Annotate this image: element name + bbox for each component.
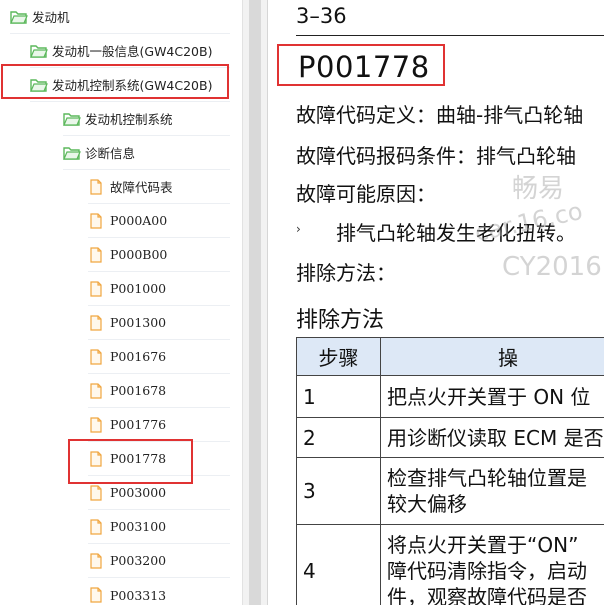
document-icon (88, 348, 106, 365)
step-text-line: 用诊断仪读取 ECM 是否 (387, 425, 604, 450)
navigation-tree: 发动机 发动机一般信息(GW4C20B) 发动机控制系统(GW4C20B) 发动… (0, 0, 242, 605)
document-icon (88, 416, 106, 433)
tree-item-label: 发动机控制系统 (85, 112, 173, 127)
page-number: 3–36 (296, 4, 347, 28)
tree-item-p003100[interactable]: P003100 (88, 510, 230, 544)
dtc-code-title: P001778 (298, 50, 430, 84)
tree-item-p003000[interactable]: P003000 (88, 476, 230, 510)
tree-item-label: P001300 (110, 315, 167, 330)
remedy-heading: 排除方法 (296, 308, 385, 333)
table-header-operation: 操 (380, 337, 604, 376)
tree-item-diagnostic-info[interactable]: 诊断信息 (63, 136, 230, 170)
document-icon (88, 484, 106, 501)
tree-item-p000b00[interactable]: P000B00 (88, 238, 230, 272)
tree-item-p001676[interactable]: P001676 (88, 340, 230, 374)
document-icon (88, 552, 106, 569)
step-text: 检查排气凸轮轴位置是 较大偏移 (380, 457, 604, 525)
document-icon (88, 246, 106, 263)
cause-item-1: 排气凸轮轴发生老化扭转。 (336, 221, 576, 245)
document-viewer: 3–36 P001778 故障代码定义：曲轴-排气凸轮轴 故障代码报码条件：排气… (270, 0, 604, 605)
table-row: 1 把点火开关置于 ON 位 (296, 375, 604, 418)
procedure-table: 步骤 操 1 把点火开关置于 ON 位 2 用诊断仪读取 ECM 是否 3 检查… (296, 337, 604, 605)
scrollbar-thumb[interactable] (249, 0, 261, 605)
tree-item-p001776[interactable]: P001776 (88, 408, 230, 442)
watermark-line3: CY2016 (502, 252, 602, 282)
step-text-line: 检查排气凸轮轴位置是 (387, 466, 587, 490)
step-text-line: 障代码清除指令，启动 (387, 558, 587, 583)
table-row: 3 检查排气凸轮轴位置是 较大偏移 (296, 457, 604, 525)
tree-item-p001778[interactable]: P001778 (88, 442, 230, 476)
document-icon (88, 212, 106, 229)
step-text-line: 件，观察故障代码是否 (387, 584, 587, 605)
tree-item-label: 发动机 (32, 10, 70, 25)
remedy-label: 排除方法： (296, 261, 396, 285)
document-icon (88, 382, 106, 399)
document-icon (88, 450, 106, 467)
tree-item-label: 故障代码表 (110, 180, 173, 195)
step-text: 将点火开关置于“ON” 障代码清除指令，启动 件，观察故障代码是否 (380, 524, 604, 605)
folder-open-icon (63, 111, 81, 127)
bullet-icon: › (296, 222, 301, 236)
step-number: 1 (296, 375, 381, 418)
document-icon (88, 518, 106, 535)
document-icon (88, 178, 106, 195)
tree-item-engine-control-system-gw4c20b[interactable]: 发动机控制系统(GW4C20B) (30, 68, 230, 102)
tree-item-label: P001678 (110, 383, 167, 398)
tree-item-p001000[interactable]: P001000 (88, 272, 230, 306)
table-row: 2 用诊断仪读取 ECM 是否 (296, 417, 604, 458)
tree-item-p003200[interactable]: P003200 (88, 544, 230, 578)
tree-item-dtc-table[interactable]: 故障代码表 (88, 170, 230, 204)
tree-item-label: P000A00 (110, 213, 168, 228)
tree-item-engine-general-info[interactable]: 发动机一般信息(GW4C20B) (30, 34, 230, 68)
tree-item-label: P003000 (110, 485, 167, 500)
tree-item-label: P001776 (110, 417, 167, 432)
document-icon (88, 280, 106, 297)
step-text-line: 将点火开关置于“ON” (387, 532, 579, 557)
document-icon (88, 314, 106, 331)
tree-item-label: P003313 (110, 587, 167, 603)
tree-item-label: P001778 (110, 451, 167, 466)
tree-item-p001300[interactable]: P001300 (88, 306, 230, 340)
tree-item-label: 诊断信息 (85, 146, 136, 161)
tree-item-p003313[interactable]: P003313 (88, 578, 230, 605)
tree-item-label: 发动机一般信息(GW4C20B) (52, 44, 213, 59)
step-text: 用诊断仪读取 ECM 是否 (380, 417, 604, 458)
step-text: 把点火开关置于 ON 位 (380, 375, 604, 418)
tree-item-label: P003200 (110, 553, 167, 568)
step-number: 3 (296, 457, 381, 525)
tree-item-label: P003100 (110, 519, 167, 534)
table-header-step: 步骤 (296, 337, 381, 376)
step-text-line: 较大偏移 (387, 492, 467, 516)
folder-open-icon (30, 77, 48, 93)
tree-item-label: P001000 (110, 281, 167, 296)
watermark-line1: 畅易 (512, 174, 565, 204)
step-number: 4 (296, 524, 381, 605)
tree-item-engine-control-system[interactable]: 发动机控制系统 (63, 102, 230, 136)
possible-causes-heading: 故障可能原因： (296, 182, 436, 206)
tree-item-p000a00[interactable]: P000A00 (88, 204, 230, 238)
tree-item-p001678[interactable]: P001678 (88, 374, 230, 408)
header-rule (296, 35, 604, 36)
tree-item-engine[interactable]: 发动机 (10, 0, 230, 34)
table-row: 4 将点火开关置于“ON” 障代码清除指令，启动 件，观察故障代码是否 (296, 524, 604, 605)
dtc-report-condition: 故障代码报码条件：排气凸轮轴 (296, 144, 576, 168)
step-text-line: 把点火开关置于 ON 位 (387, 384, 591, 409)
tree-item-label: P000B00 (110, 247, 168, 262)
tree-item-label: P001676 (110, 349, 167, 364)
folder-open-icon (30, 43, 48, 59)
document-icon (88, 587, 106, 603)
tree-item-label: 发动机控制系统(GW4C20B) (52, 78, 213, 93)
folder-open-icon (10, 9, 28, 25)
step-number: 2 (296, 417, 381, 458)
folder-open-icon (63, 145, 81, 161)
dtc-definition: 故障代码定义：曲轴-排气凸轮轴 (296, 103, 584, 127)
